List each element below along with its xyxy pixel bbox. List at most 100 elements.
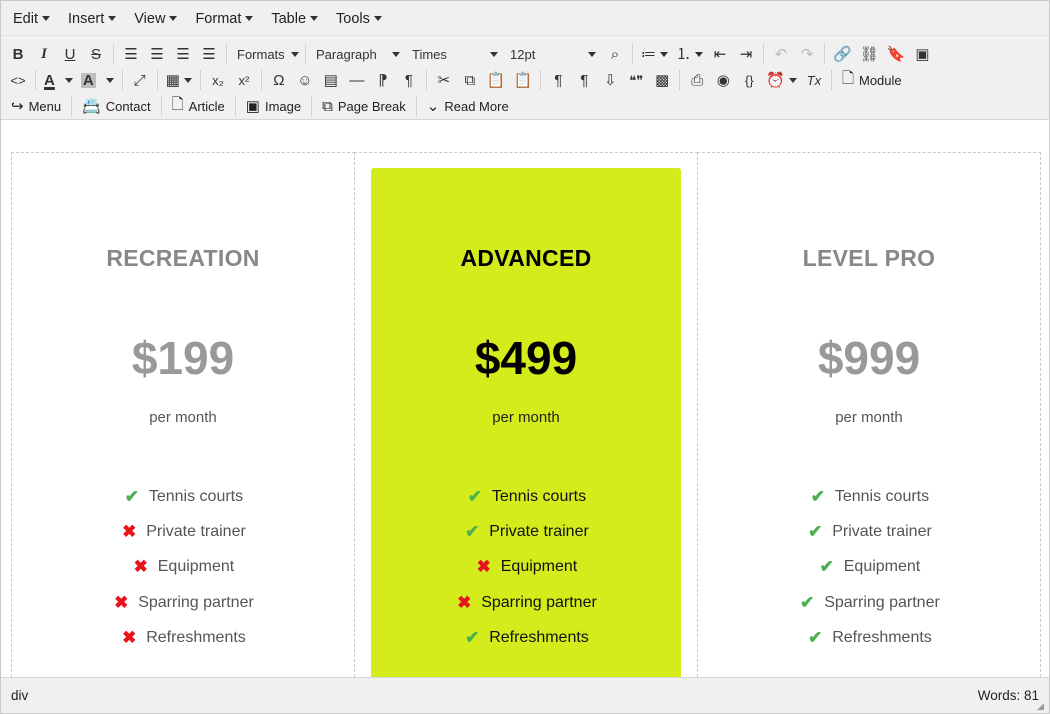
insert-module-button[interactable]: 🗋 Module <box>836 68 908 92</box>
insert-article-button[interactable]: 🗋 Article <box>166 94 231 118</box>
font-family-dropdown[interactable]: Times <box>406 42 504 66</box>
menu-table[interactable]: Table <box>263 4 326 34</box>
bold-button[interactable]: B <box>5 42 31 66</box>
rtl-button[interactable]: ¶ <box>396 68 422 92</box>
bullet-list-icon: ≔ <box>641 45 656 63</box>
ltr-button[interactable]: ⁋ <box>370 68 396 92</box>
paste-text-button[interactable]: 📋 <box>510 68 537 92</box>
blockquote-button[interactable]: ❝❞ <box>623 68 649 92</box>
plan-title: ADVANCED <box>460 245 592 271</box>
copy-icon: ⧉ <box>464 71 476 89</box>
clear-formatting-button[interactable]: Tx <box>801 68 827 92</box>
element-path[interactable]: div <box>11 688 28 703</box>
find-replace-button[interactable]: ⌕ <box>602 42 628 66</box>
toolbar-separator <box>226 44 227 64</box>
insert-image-button[interactable]: ▣ <box>909 42 935 66</box>
template-button[interactable]: ▩ <box>649 68 675 92</box>
insert-page-break-button[interactable]: ⧉ Page Break <box>316 94 412 118</box>
bookmark-button[interactable]: 🔖 <box>883 42 910 66</box>
chevron-down-icon <box>105 77 114 83</box>
check-icon: ✔ <box>808 521 823 541</box>
remove-link-button[interactable]: ⛓ <box>856 42 883 66</box>
preview-button[interactable]: ◉ <box>710 68 736 92</box>
toolbar-separator <box>763 44 765 64</box>
word-count[interactable]: Words: 81 <box>978 688 1039 703</box>
superscript-button[interactable]: x² <box>231 68 257 92</box>
align-center-button[interactable]: ☰ <box>144 42 170 66</box>
resize-handle-icon[interactable]: ◢ <box>1037 701 1047 711</box>
print-icon: ⎙ <box>691 71 704 89</box>
toolbar: B I U S ☰ ☰ ☰ ☰ Formats Paragraph Times … <box>1 38 1049 120</box>
outdent-button[interactable]: ⇤ <box>707 42 733 66</box>
undo-icon: ↶ <box>774 45 788 63</box>
chevron-down-icon <box>373 16 382 21</box>
strikethrough-button[interactable]: S <box>83 42 109 66</box>
visual-chars-button[interactable]: ¶ <box>571 68 597 92</box>
emoticons-button[interactable]: ☺ <box>292 68 318 92</box>
redo-button[interactable]: ↷ <box>794 42 820 66</box>
numbered-list-icon: ⒈ <box>676 45 692 63</box>
feature-item: ✖ Refreshments <box>122 627 246 647</box>
align-left-button[interactable]: ☰ <box>118 42 144 66</box>
font-color-button[interactable]: A <box>40 68 77 92</box>
background-color-button[interactable]: A <box>77 68 118 92</box>
menu-view[interactable]: View <box>126 4 185 34</box>
code-sample-button[interactable]: {} <box>736 68 762 92</box>
align-justify-icon: ☰ <box>202 45 216 63</box>
show-blocks-button[interactable]: ¶ <box>545 68 571 92</box>
chevron-down-icon <box>490 51 498 57</box>
print-button[interactable]: ⎙ <box>684 68 710 92</box>
cross-icon: ✖ <box>476 557 491 577</box>
insert-table-button[interactable]: ▦ <box>162 68 196 92</box>
special-character-button[interactable]: Ω <box>266 68 292 92</box>
toolbar-separator <box>156 70 158 90</box>
italic-button[interactable]: I <box>31 42 57 66</box>
menu-tools[interactable]: Tools <box>328 4 390 34</box>
formats-dropdown[interactable]: Formats <box>231 42 301 66</box>
menu-insert[interactable]: Insert <box>60 4 124 34</box>
menubar: Edit Insert View Format Table Tools <box>1 1 1049 37</box>
subscript-button[interactable]: x₂ <box>205 68 231 92</box>
insert-datetime-button[interactable]: ⏰ <box>762 68 801 92</box>
align-justify-button[interactable]: ☰ <box>196 42 222 66</box>
insert-read-more-button[interactable]: ⌄ Read More <box>421 94 515 118</box>
picture-icon: ▣ <box>245 98 260 115</box>
insert-image-inline-button[interactable]: ▣ Image <box>240 94 307 118</box>
bullet-list-button[interactable]: ≔ <box>637 42 672 66</box>
anchor-button[interactable]: ⇩ <box>597 68 623 92</box>
align-right-button[interactable]: ☰ <box>170 42 196 66</box>
paste-button[interactable]: 📋 <box>483 68 510 92</box>
undo-button[interactable]: ↶ <box>768 42 794 66</box>
table-icon: ▦ <box>165 71 180 89</box>
font-size-dropdown[interactable]: 12pt <box>504 42 602 66</box>
rich-text-editor: Edit Insert View Format Table Tools B I … <box>0 0 1050 714</box>
redo-icon: ↷ <box>800 45 814 63</box>
fullscreen-button[interactable]: ⤢ <box>127 68 153 92</box>
cut-button[interactable]: ✂ <box>431 68 457 92</box>
plan-title: RECREATION <box>106 245 260 271</box>
underline-button[interactable]: U <box>57 42 83 66</box>
numbered-list-button[interactable]: ⒈ <box>672 42 707 66</box>
editor-content[interactable]: RECREATION $199 per month ✔ Tennis courts… <box>1 121 1049 677</box>
menu-edit[interactable]: Edit <box>5 4 58 34</box>
image-icon: ▣ <box>915 45 930 63</box>
horizontal-rule-button[interactable]: — <box>344 68 370 92</box>
align-right-icon: ☰ <box>176 45 190 63</box>
indent-button[interactable]: ⇥ <box>733 42 759 66</box>
chevron-down-icon <box>169 16 178 21</box>
copy-button[interactable]: ⧉ <box>457 68 483 92</box>
plan-period: per month <box>835 409 903 426</box>
paragraph-dropdown[interactable]: Paragraph <box>310 42 406 66</box>
insert-link-button[interactable]: 🔗 <box>829 42 856 66</box>
cross-icon: ✖ <box>122 521 137 541</box>
insert-menu-button[interactable]: ↪ Menu <box>5 94 67 118</box>
file-plus-icon: 🗋 <box>171 95 184 113</box>
source-code-button[interactable]: <> <box>5 68 31 92</box>
insert-contact-button[interactable]: 📇 Contact <box>76 94 157 118</box>
feature-item: ✖ Private trainer <box>122 521 246 541</box>
media-button[interactable]: ▤ <box>318 68 344 92</box>
toolbar-separator <box>425 70 427 90</box>
horizontal-rule-icon: — <box>349 71 365 89</box>
outdent-icon: ⇤ <box>713 45 727 63</box>
menu-format[interactable]: Format <box>187 4 261 34</box>
